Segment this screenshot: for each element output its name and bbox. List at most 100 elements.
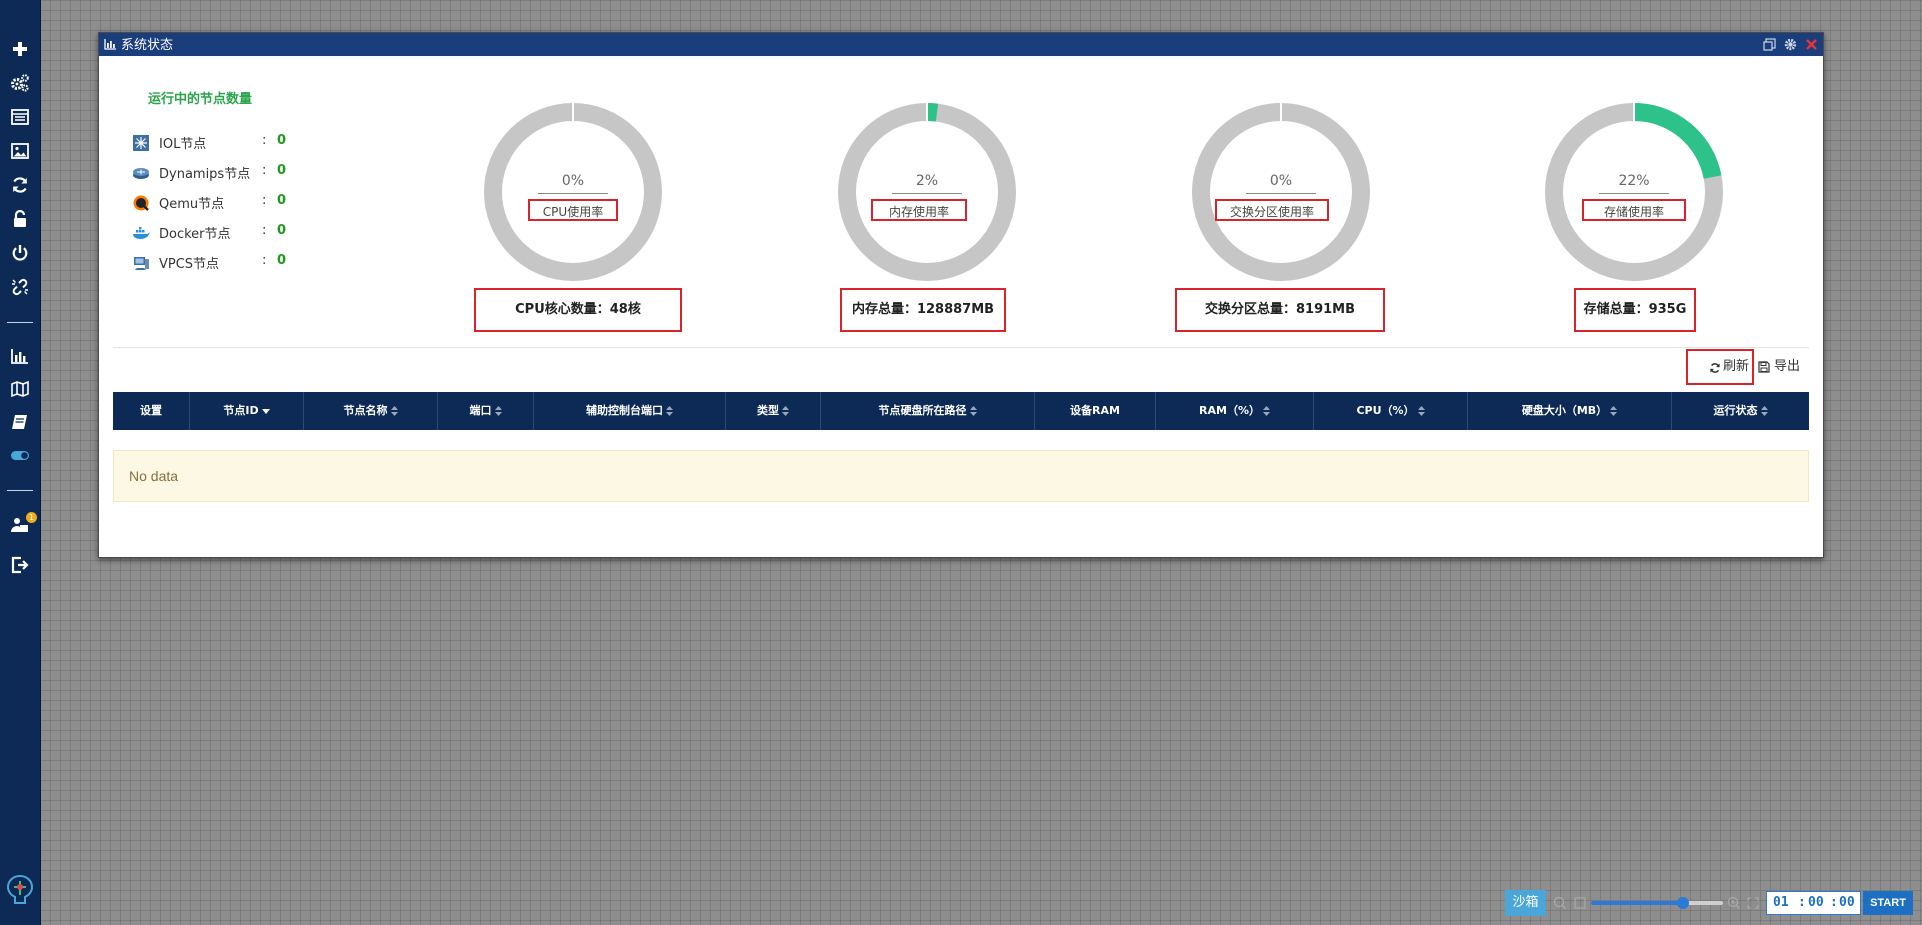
sort-desc-icon xyxy=(261,409,270,414)
memory-total: 内存总量：128887MB xyxy=(840,288,1006,332)
docker-whale-icon xyxy=(133,227,150,239)
cpu-usage-donut xyxy=(484,103,662,281)
bar-chart-icon[interactable] xyxy=(0,341,40,371)
unlink-icon[interactable] xyxy=(0,272,40,302)
fit-screen-icon[interactable] xyxy=(1746,896,1760,910)
vpcs-pc-icon xyxy=(134,257,149,270)
memory-usage-donut xyxy=(838,103,1016,281)
toggle-icon[interactable] xyxy=(0,440,40,470)
section-divider xyxy=(113,347,1809,348)
sort-icon xyxy=(666,406,673,416)
empty-table-message: No data xyxy=(113,450,1809,502)
swap-usage-percent: 0% xyxy=(1269,173,1293,189)
timer-hours: 01 xyxy=(1773,895,1789,910)
dialog-titlebar[interactable]: 系统状态 xyxy=(99,33,1823,56)
sidebar-divider xyxy=(7,322,33,323)
column-type[interactable]: 类型 xyxy=(726,392,821,430)
storage-total: 存储总量：935G xyxy=(1574,288,1696,332)
swap-usage-label: 交换分区使用率 xyxy=(1215,199,1329,221)
column-ram-percent[interactable]: RAM（%） xyxy=(1156,392,1314,430)
node-count: 0 xyxy=(277,133,287,148)
sort-icon xyxy=(1417,406,1425,416)
unlock-icon[interactable] xyxy=(0,204,40,234)
node-count: 0 xyxy=(277,193,287,208)
refresh-icon xyxy=(1710,363,1720,373)
start-button[interactable]: START xyxy=(1863,891,1913,915)
map-icon[interactable] xyxy=(0,374,40,404)
zoom-slider-thumb[interactable] xyxy=(1677,897,1690,909)
swap-usage-gauge: 0% 交换分区使用率 xyxy=(1192,103,1370,281)
sandbox-button[interactable]: 沙箱 xyxy=(1505,890,1546,916)
column-node-name[interactable]: 节点名称 xyxy=(304,392,438,430)
gauge-free-segment xyxy=(1192,103,1370,281)
refresh-icon[interactable] xyxy=(0,170,40,200)
users-icon[interactable]: 1 xyxy=(0,510,40,540)
notification-badge: 1 xyxy=(26,512,37,523)
column-disk-path[interactable]: 节点硬盘所在路径 xyxy=(821,392,1035,430)
zoom-slider[interactable] xyxy=(1591,897,1723,909)
node-table-header: 设置 节点ID 节点名称 端口 辅助控制台端口 类型 节点硬盘所在路径 设备RA… xyxy=(113,392,1809,430)
refresh-label: 刷新 xyxy=(1723,359,1750,374)
node-count: 0 xyxy=(277,163,287,178)
logout-icon[interactable] xyxy=(0,550,40,580)
zoom-in-icon[interactable] xyxy=(1727,896,1741,910)
zoom-slider-fill xyxy=(1591,901,1684,905)
memory-usage-label: 内存使用率 xyxy=(871,199,967,221)
restore-window-icon[interactable] xyxy=(1762,37,1777,52)
gauge-free-segment xyxy=(484,103,662,281)
settings-gear-icon[interactable] xyxy=(1783,37,1798,52)
column-node-id[interactable]: 节点ID xyxy=(190,392,304,430)
memory-usage-percent: 2% xyxy=(915,173,939,189)
cpu-usage-percent: 0% xyxy=(561,173,585,189)
column-run-status[interactable]: 运行状态 xyxy=(1672,392,1809,430)
storage-usage-gauge: 22% 存储使用率 xyxy=(1545,103,1723,281)
dynamips-router-icon xyxy=(133,168,149,179)
storage-usage-percent: 22% xyxy=(1618,173,1650,189)
column-cpu-percent[interactable]: CPU（%） xyxy=(1314,392,1468,430)
sort-icon xyxy=(1760,406,1768,416)
gauge-free-segment xyxy=(838,103,1016,281)
left-sidebar: 1 xyxy=(0,0,41,925)
storage-usage-donut xyxy=(1545,103,1723,281)
zoom-reset-icon[interactable] xyxy=(1573,896,1587,910)
power-icon[interactable] xyxy=(0,238,40,268)
node-count: 0 xyxy=(277,253,287,268)
list-icon[interactable] xyxy=(0,102,40,132)
sort-icon xyxy=(390,406,398,416)
export-label: 导出 xyxy=(1774,359,1801,374)
sidebar-divider xyxy=(7,490,33,491)
qemu-icon xyxy=(133,195,149,211)
timer-minutes: 00 xyxy=(1808,895,1824,910)
column-settings[interactable]: 设置 xyxy=(113,392,190,430)
lab-timer[interactable]: 01 : 00 : 00 xyxy=(1766,891,1861,915)
zoom-out-icon[interactable] xyxy=(1553,896,1567,910)
sort-icon xyxy=(1262,406,1270,416)
dialog-title: 系统状态 xyxy=(121,37,174,52)
column-port[interactable]: 端口 xyxy=(438,392,534,430)
cpu-usage-gauge: 0% CPU使用率 xyxy=(484,103,662,281)
bar-chart-icon xyxy=(104,39,116,50)
cpu-usage-label: CPU使用率 xyxy=(528,199,618,221)
add-icon[interactable] xyxy=(0,34,40,64)
sort-icon xyxy=(494,406,502,416)
system-status-dialog: 系统状态 运行中的节点数量 IOL节点 : 0 Dynamips节点 : 0 Q… xyxy=(98,32,1824,558)
memory-usage-gauge: 2% 内存使用率 xyxy=(838,103,1016,281)
book-icon[interactable] xyxy=(0,407,40,437)
storage-usage-label: 存储使用率 xyxy=(1582,199,1686,221)
image-icon[interactable] xyxy=(0,136,40,166)
iol-switch-icon xyxy=(133,135,149,151)
sort-icon xyxy=(969,406,977,416)
app-logo-icon xyxy=(4,873,36,907)
running-nodes-title: 运行中的节点数量 xyxy=(148,92,253,107)
column-disk-size[interactable]: 硬盘大小（MB） xyxy=(1468,392,1672,430)
refresh-button[interactable]: 刷新 xyxy=(1686,349,1754,385)
timer-seconds: 00 xyxy=(1839,895,1855,910)
column-device-ram[interactable]: 设备RAM xyxy=(1035,392,1156,430)
save-icon xyxy=(1758,361,1770,373)
cpu-core-count: CPU核心数量：48核 xyxy=(474,288,682,332)
sort-icon xyxy=(782,406,789,416)
gears-icon[interactable] xyxy=(0,68,40,98)
column-aux-console-port[interactable]: 辅助控制台端口 xyxy=(534,392,726,430)
close-icon[interactable] xyxy=(1804,37,1819,52)
node-count: 0 xyxy=(277,223,287,238)
